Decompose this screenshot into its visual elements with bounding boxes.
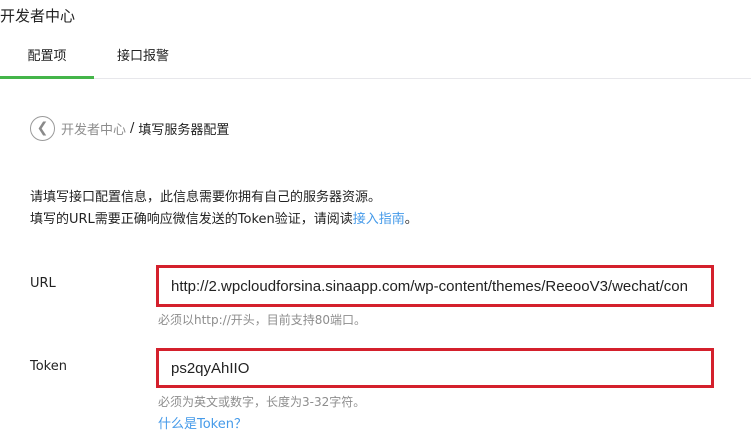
url-field-container <box>156 265 714 307</box>
back-button[interactable]: ❮ <box>30 115 55 141</box>
breadcrumb-parent-link[interactable]: 开发者中心 <box>61 119 126 138</box>
breadcrumb: ❮ 开发者中心 / 填写服务器配置 <box>30 115 229 141</box>
url-input[interactable] <box>159 268 711 304</box>
breadcrumb-separator: / <box>130 120 135 136</box>
token-field-container <box>156 348 714 388</box>
token-label: Token <box>30 359 67 374</box>
description-line-2-text: 填写的URL需要正确响应微信发送的Token验证，请阅读 <box>30 212 353 227</box>
tab-interface-alarm[interactable]: 接口报警 <box>98 42 188 79</box>
chevron-left-icon: ❮ <box>36 120 49 136</box>
breadcrumb-current: 填写服务器配置 <box>138 122 230 138</box>
what-is-token-link[interactable]: 什么是Token？ <box>158 413 247 432</box>
url-hint: 必须以http://开头，目前支持80端口。 <box>158 313 367 327</box>
description-line-2: 填写的URL需要正确响应微信发送的Token验证，请阅读接入指南。 <box>30 209 418 231</box>
token-hint: 必须为英文或数字，长度为3-32字符。 <box>158 395 366 409</box>
access-guide-link[interactable]: 接入指南 <box>353 212 405 227</box>
token-input[interactable] <box>159 351 711 385</box>
tab-bar: 配置项 接口报警 <box>0 42 751 79</box>
url-label: URL <box>30 276 56 291</box>
page-title: 开发者中心 <box>0 7 76 25</box>
tab-config[interactable]: 配置项 <box>0 42 94 79</box>
description-line-1: 请填写接口配置信息，此信息需要你拥有自己的服务器资源。 <box>30 190 382 205</box>
description: 请填写接口配置信息，此信息需要你拥有自己的服务器资源。 填写的URL需要正确响应… <box>30 187 418 231</box>
description-line-2-suffix: 。 <box>404 212 418 227</box>
